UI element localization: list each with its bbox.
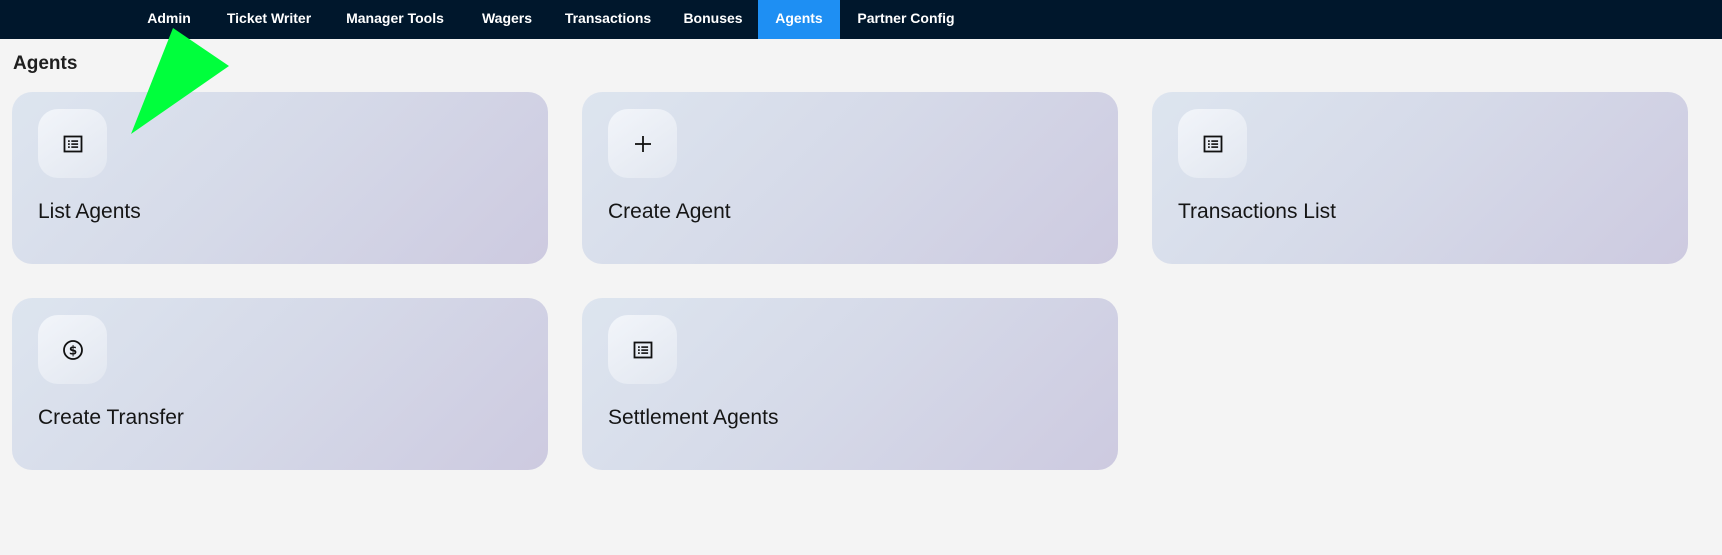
card-list-agents[interactable]: List Agents (12, 92, 548, 264)
list-icon (1203, 135, 1222, 152)
card-icon-container (608, 109, 677, 178)
card-label: Create Transfer (38, 406, 184, 429)
card-create-transfer[interactable]: $ Create Transfer (12, 298, 548, 470)
card-transactions-list[interactable]: Transactions List (1152, 92, 1688, 264)
card-create-agent[interactable]: Create Agent (582, 92, 1118, 264)
list-icon (633, 341, 652, 358)
card-label: List Agents (38, 200, 141, 223)
nav-item-agents[interactable]: Agents (758, 0, 840, 39)
list-icon (63, 135, 82, 152)
card-icon-container (38, 109, 107, 178)
card-icon-container (1178, 109, 1247, 178)
card-icon-container: $ (38, 315, 107, 384)
card-icon-container (608, 315, 677, 384)
green-pointer-arrow-icon (131, 28, 229, 134)
card-settlement-agents[interactable]: Settlement Agents (582, 298, 1118, 470)
nav-item-transactions[interactable]: Transactions (556, 0, 660, 39)
dollar-circle-icon: $ (62, 339, 83, 360)
nav-item-manager-tools[interactable]: Manager Tools (333, 0, 457, 39)
card-label: Settlement Agents (608, 406, 779, 429)
nav-item-partner-config[interactable]: Partner Config (848, 0, 964, 39)
plus-icon (634, 135, 651, 152)
card-label: Transactions List (1178, 200, 1336, 223)
nav-item-wagers[interactable]: Wagers (470, 0, 544, 39)
top-navigation-bar: Admin Ticket Writer Manager Tools Wagers… (0, 0, 1722, 39)
nav-item-admin[interactable]: Admin (131, 0, 207, 39)
svg-text:$: $ (68, 343, 76, 357)
nav-item-ticket-writer[interactable]: Ticket Writer (214, 0, 324, 39)
card-label: Create Agent (608, 200, 731, 223)
nav-item-bonuses[interactable]: Bonuses (673, 0, 753, 39)
page-title: Agents (13, 53, 78, 74)
